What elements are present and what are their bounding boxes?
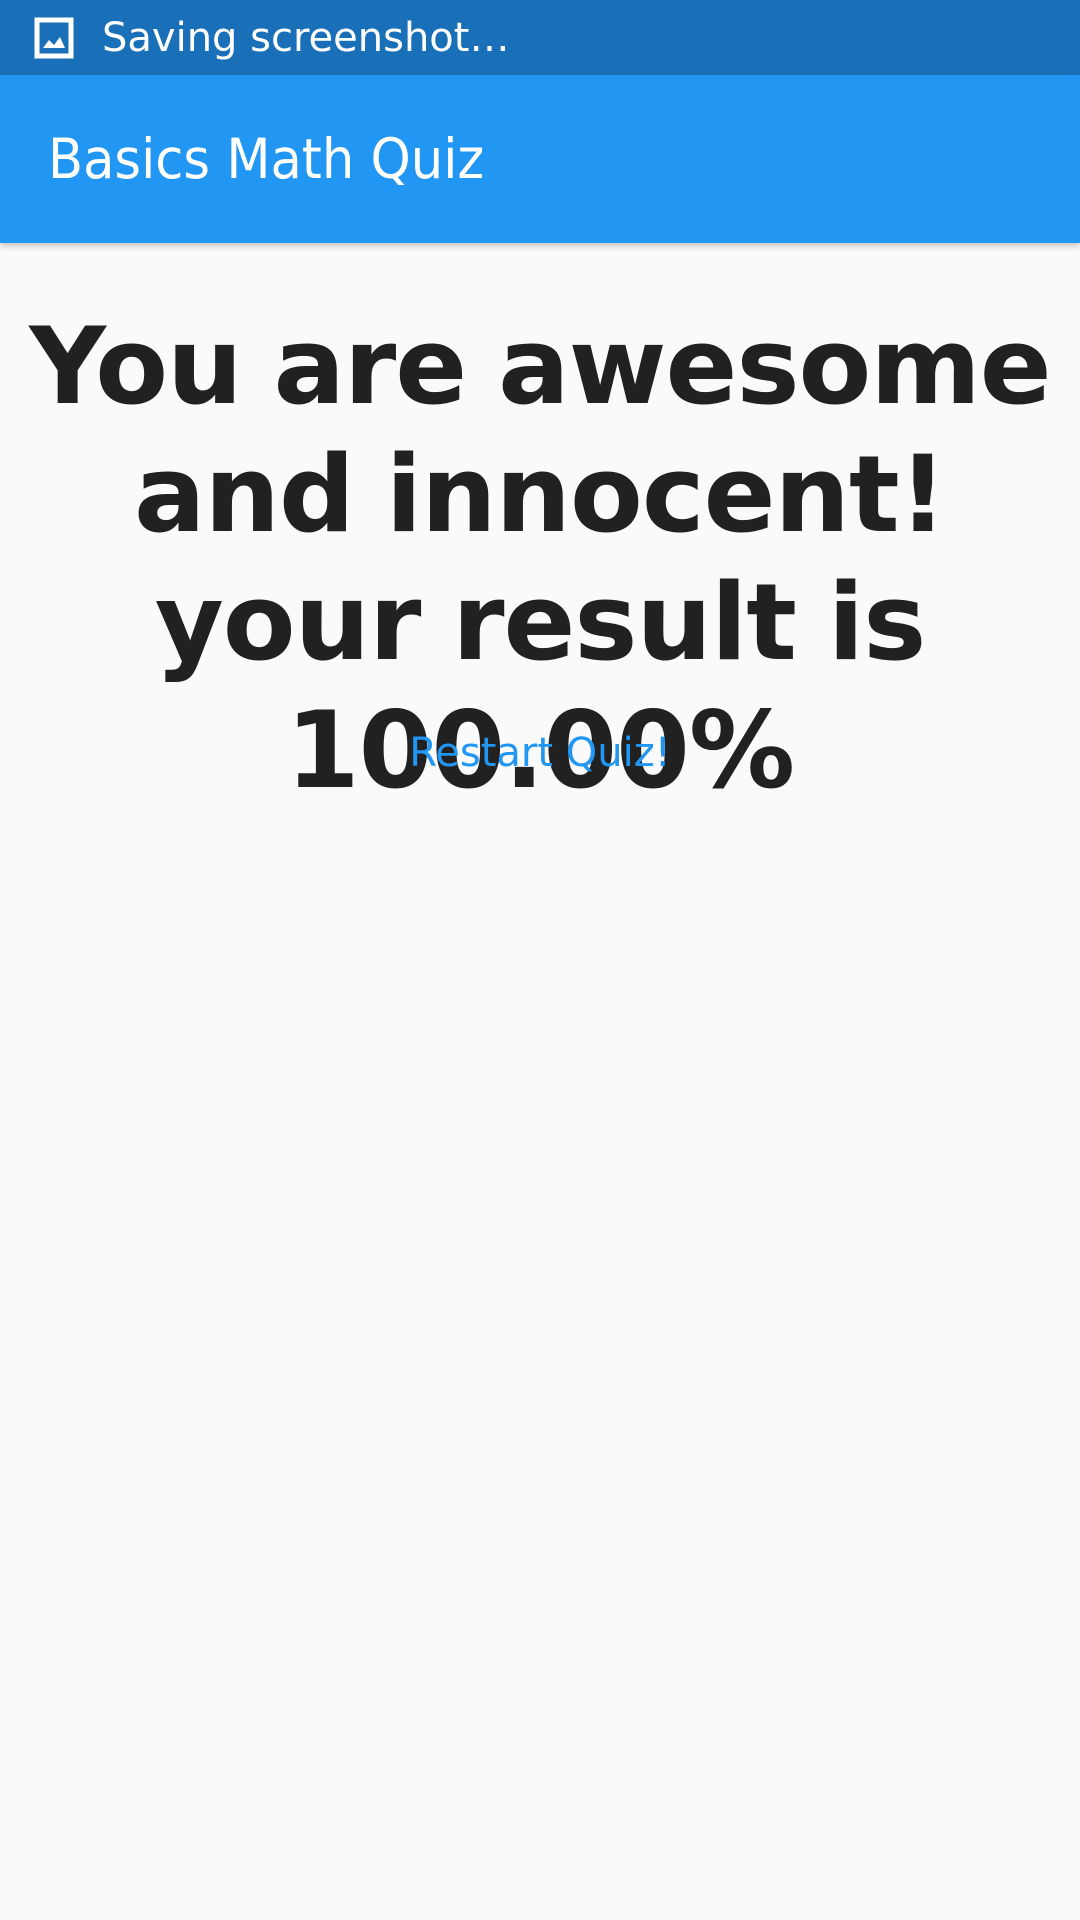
app-bar: Basics Math Quiz [0, 75, 1080, 243]
result-screen: You are awesome and innocent! your resul… [0, 243, 1080, 1920]
restart-quiz-button[interactable]: Restart Quiz! [390, 717, 690, 789]
status-bar: Saving screenshot… [0, 0, 1080, 75]
app-title: Basics Math Quiz [48, 126, 485, 191]
status-notification-text: Saving screenshot… [102, 14, 510, 61]
image-icon [34, 17, 74, 59]
